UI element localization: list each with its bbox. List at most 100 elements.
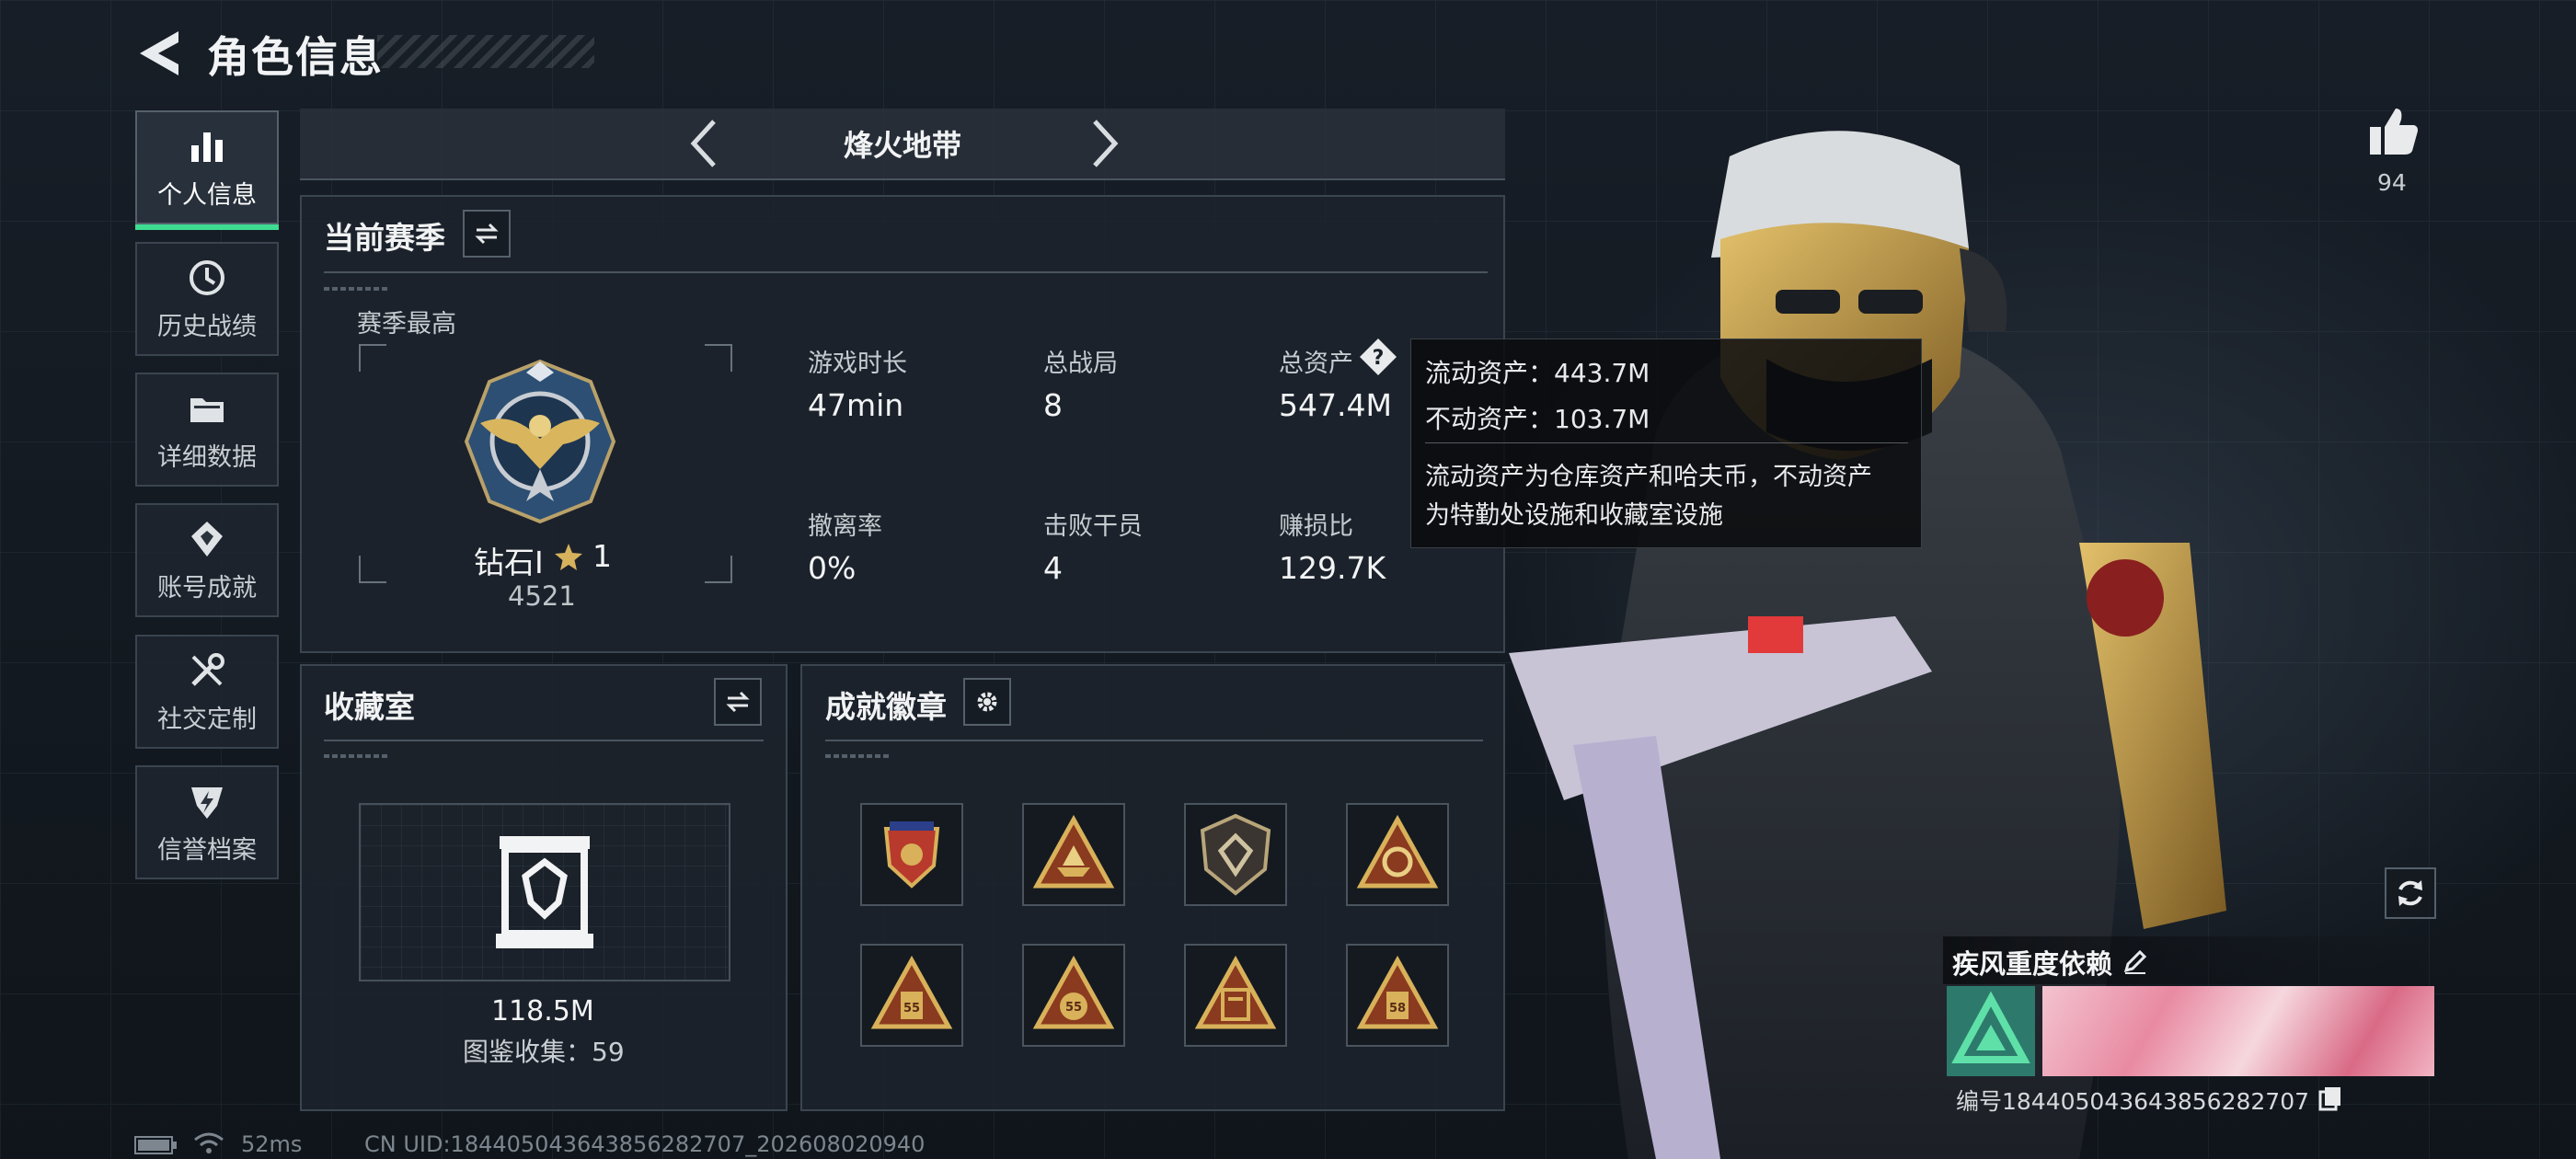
badge-slot[interactable] bbox=[1184, 803, 1287, 906]
diamond-rank-emblem-icon bbox=[464, 359, 616, 524]
page-title: 角色信息 bbox=[207, 32, 384, 82]
badge-slot[interactable] bbox=[1184, 944, 1287, 1047]
shield-bolt-icon bbox=[191, 786, 223, 819]
stat-label-profit-loss: 赚损比 bbox=[1279, 512, 1353, 541]
player-rank-badge[interactable] bbox=[1947, 986, 2035, 1076]
achievement-icon bbox=[191, 521, 223, 557]
sidebar-item-label: 社交定制 bbox=[157, 705, 257, 734]
sidebar-item-achievements[interactable]: 账号成就 bbox=[135, 503, 279, 617]
badges-settings-button[interactable] bbox=[963, 678, 1011, 726]
stat-value-total-matches: 8 bbox=[1043, 387, 1063, 423]
help-question-icon[interactable]: ? bbox=[1358, 337, 1398, 377]
copy-icon[interactable] bbox=[2318, 1085, 2342, 1111]
red-shield-badge-icon bbox=[883, 821, 940, 889]
triangle-logo-icon bbox=[1951, 991, 2030, 1063]
rank-name: 钻石I bbox=[474, 545, 544, 580]
collection-value: 118.5M bbox=[491, 995, 594, 1027]
stat-label-total-matches: 总战局 bbox=[1043, 350, 1118, 378]
sidebar-item-history[interactable]: 历史战绩 bbox=[135, 242, 279, 356]
folder-icon bbox=[190, 397, 224, 422]
mode-label: 烽火地带 bbox=[843, 128, 961, 163]
triangle-document-badge-icon bbox=[1194, 955, 1277, 1029]
stat-value-profit-loss: 129.7K bbox=[1279, 550, 1386, 586]
player-uid: 编号18440504364385628​2707 bbox=[1956, 1088, 2310, 1115]
likes-count: 94 bbox=[2377, 169, 2407, 196]
decoration bbox=[324, 287, 388, 291]
stat-value-total-assets: 547.4M bbox=[1279, 387, 1392, 423]
svg-text:?: ? bbox=[1373, 347, 1385, 370]
badge-number: 55 bbox=[1065, 1001, 1082, 1015]
sidebar-item-label: 个人信息 bbox=[157, 180, 257, 210]
collection-title: 收藏室 bbox=[324, 689, 415, 725]
gear-icon bbox=[977, 692, 997, 712]
frame-corner bbox=[705, 344, 732, 372]
season-switch-button[interactable] bbox=[463, 210, 511, 258]
collection-switch-button[interactable] bbox=[714, 678, 762, 726]
stat-value-operators-defeated: 4 bbox=[1043, 550, 1063, 586]
frame-corner bbox=[705, 556, 732, 583]
decoration bbox=[825, 754, 890, 758]
tooltip-description-line1: 流动资产为仓库资产和哈夫币，不动资产 bbox=[1425, 463, 1872, 491]
sidebar-item-detail-data[interactable]: 详细数据 bbox=[135, 373, 279, 487]
tooltip-divider bbox=[1425, 442, 1908, 443]
history-icon bbox=[190, 259, 224, 295]
swap-icon bbox=[475, 223, 499, 245]
badge-slot[interactable]: 55 bbox=[860, 944, 963, 1047]
star-icon bbox=[555, 544, 582, 570]
title-decoration bbox=[377, 35, 594, 68]
season-title: 当前赛季 bbox=[324, 220, 445, 256]
tooltip-description-line2: 为特勤处设施和收藏室设施 bbox=[1425, 501, 1723, 530]
back-arrow-icon[interactable] bbox=[136, 28, 182, 79]
stat-label-extract-rate: 撤离率 bbox=[808, 512, 882, 541]
sidebar-item-personal-info[interactable]: 个人信息 bbox=[135, 110, 279, 230]
badge-number: 58 bbox=[1389, 1002, 1406, 1016]
frame-corner bbox=[359, 344, 386, 372]
player-banner-card[interactable] bbox=[2042, 986, 2434, 1076]
triangle-armor-55-badge-icon: 55 bbox=[870, 955, 953, 1029]
sidebar-item-label: 详细数据 bbox=[157, 442, 257, 472]
rank-stars: 1 bbox=[592, 538, 612, 574]
season-best-label: 赛季最高 bbox=[357, 310, 456, 339]
player-nickname: 疾风重度依赖 bbox=[1952, 948, 2113, 980]
rotate-model-button[interactable] bbox=[2385, 867, 2436, 919]
thumbs-up-icon[interactable] bbox=[2366, 103, 2421, 158]
rank-score: 4521 bbox=[508, 580, 576, 612]
sidebar-item-label: 账号成就 bbox=[157, 573, 257, 602]
badges-title: 成就徽章 bbox=[825, 689, 947, 725]
tooltip-liquid-assets: 流动资产：443.7M bbox=[1425, 358, 1650, 388]
decoration bbox=[324, 754, 388, 758]
tools-icon bbox=[191, 652, 224, 686]
frame-corner bbox=[359, 556, 386, 583]
display-case-icon bbox=[496, 836, 593, 948]
triangle-gear-55-badge-icon: 55 bbox=[1032, 955, 1115, 1029]
battery-icon bbox=[134, 1136, 177, 1154]
sidebar-item-social-custom[interactable]: 社交定制 bbox=[135, 635, 279, 749]
badge-number: 55 bbox=[903, 1002, 920, 1016]
stat-label-playtime: 游戏时长 bbox=[808, 350, 907, 378]
swap-icon bbox=[726, 691, 750, 713]
stat-value-extract-rate: 0% bbox=[808, 550, 857, 586]
sidebar-item-label: 历史战绩 bbox=[157, 312, 257, 341]
hex-emblem-badge-icon bbox=[1200, 813, 1271, 896]
cn-uid-text: CN UID:18440504364385628​2707_2026080209… bbox=[364, 1131, 926, 1157]
tooltip-fixed-assets: 不动资产：103.7M bbox=[1425, 404, 1650, 434]
badge-slot[interactable] bbox=[1022, 803, 1125, 906]
divider bbox=[825, 740, 1483, 741]
stat-label-operators-defeated: 击败干员 bbox=[1043, 512, 1143, 541]
ping-value: 52ms bbox=[241, 1131, 303, 1157]
collection-catalog: 图鉴收集：59 bbox=[463, 1037, 625, 1067]
wifi-icon bbox=[194, 1132, 224, 1153]
badge-slot[interactable] bbox=[860, 803, 963, 906]
badge-slot[interactable]: 55 bbox=[1022, 944, 1125, 1047]
next-mode-arrow-icon[interactable] bbox=[1086, 116, 1124, 171]
bar-chart-icon bbox=[191, 132, 223, 162]
stat-label-total-assets: 总资产 bbox=[1279, 350, 1353, 378]
edit-pencil-icon[interactable] bbox=[2122, 947, 2149, 975]
triangle-boat-badge-icon bbox=[1032, 814, 1115, 889]
divider bbox=[324, 271, 1488, 273]
divider bbox=[324, 740, 764, 741]
sidebar-item-label: 信誉档案 bbox=[157, 835, 257, 865]
sidebar-item-credit-record[interactable]: 信誉档案 bbox=[135, 765, 279, 879]
stat-value-playtime: 47min bbox=[808, 387, 904, 423]
refresh-icon bbox=[2398, 880, 2422, 906]
